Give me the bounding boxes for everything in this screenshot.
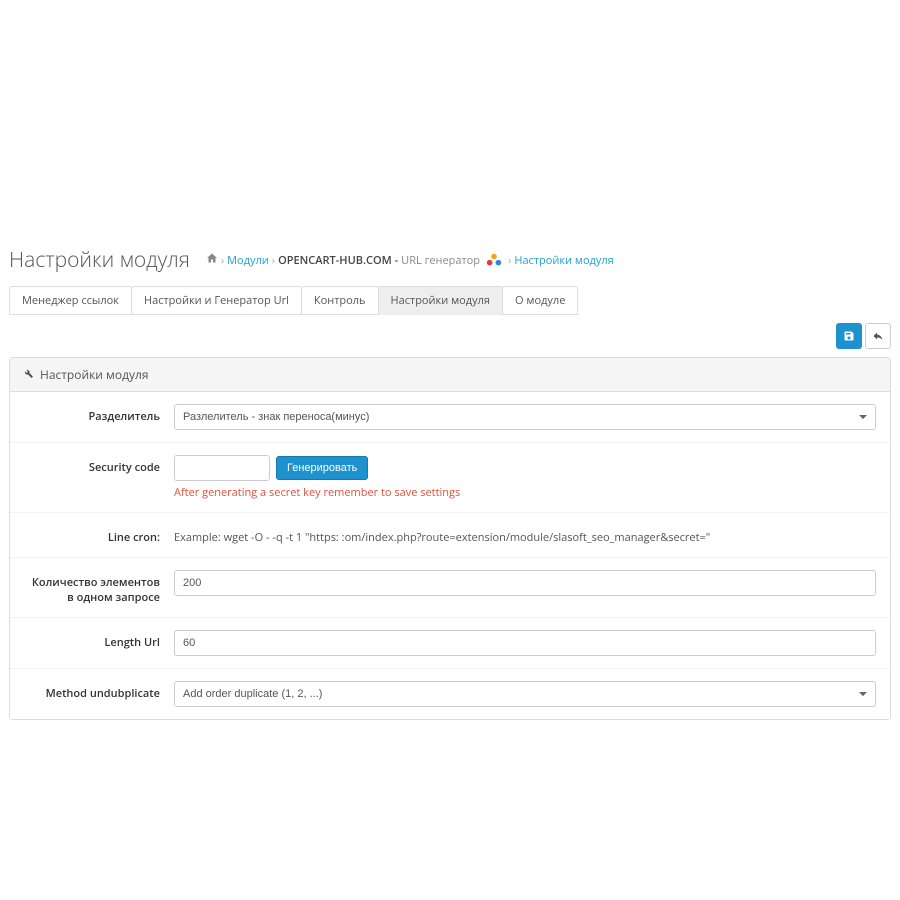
panel-title: Настройки модуля [40, 366, 149, 383]
brand-logo-icon [483, 252, 505, 268]
length-label: Length Url [24, 630, 174, 650]
length-input[interactable] [174, 630, 876, 656]
settings-panel: Настройки модуля Разделитель Разлелитель… [9, 357, 891, 720]
tab-link-manager[interactable]: Менеджер ссылок [9, 286, 132, 315]
save-button[interactable] [836, 323, 862, 349]
tab-control[interactable]: Контроль [301, 286, 379, 315]
separator-label: Разделитель [24, 404, 174, 424]
security-code-input[interactable] [174, 455, 270, 481]
cron-example: Example: wget -O - -q -t 1 "https: :om/i… [174, 525, 876, 545]
page-title: Настройки модуля [9, 246, 190, 274]
breadcrumb-brand-tail: URL генератор [401, 253, 480, 268]
cron-label: Line cron: [24, 525, 174, 545]
security-help-text: After generating a secret key remember t… [174, 485, 876, 500]
tab-module-settings[interactable]: Настройки модуля [378, 286, 503, 315]
back-button[interactable] [865, 323, 891, 349]
panel-heading: Настройки модуля [10, 358, 890, 392]
breadcrumb-brand-bold: OPENCART-HUB.COM - [278, 253, 398, 268]
home-icon[interactable] [206, 252, 218, 268]
batch-input[interactable] [174, 570, 876, 596]
breadcrumb-modules[interactable]: Модули [227, 253, 269, 268]
wrench-icon [22, 366, 34, 383]
tab-about[interactable]: О модуле [502, 286, 578, 315]
separator-select[interactable]: Разлелитель - знак переноса(минус) [174, 404, 876, 430]
breadcrumb: › Модули › OPENCART-HUB.COM - URL генера… [206, 252, 614, 268]
breadcrumb-current[interactable]: Настройки модуля [514, 253, 613, 268]
security-label: Security code [24, 455, 174, 475]
undup-select[interactable]: Add order duplicate (1, 2, ...) [174, 681, 876, 707]
undup-label: Method undubplicate [24, 681, 174, 701]
batch-label: Количество элементов в одном запросе [24, 570, 174, 605]
tabs: Менеджер ссылок Настройки и Генератор Ur… [1, 286, 899, 315]
tab-settings-generator[interactable]: Настройки и Генератор Url [131, 286, 302, 315]
generate-button[interactable]: Генерировать [276, 456, 368, 480]
action-bar [1, 315, 899, 357]
